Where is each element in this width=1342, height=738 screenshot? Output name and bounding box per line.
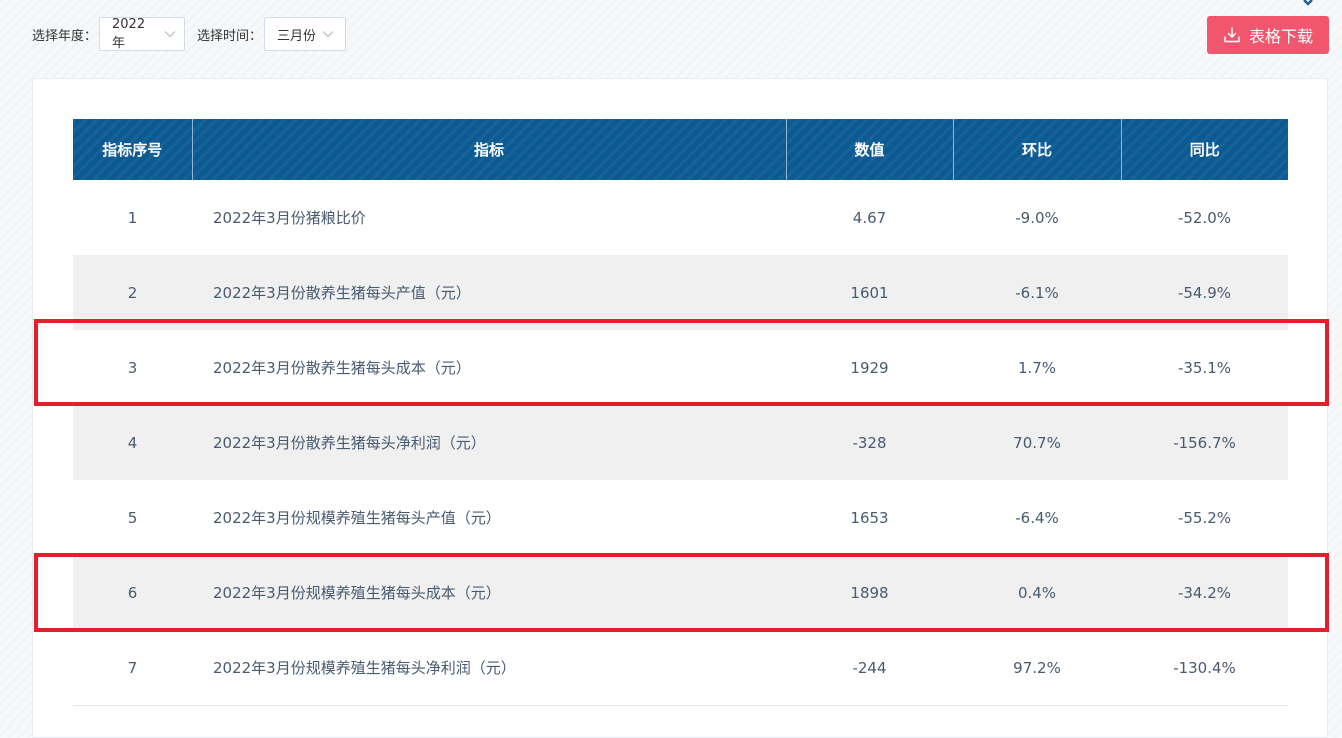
download-icon	[1224, 27, 1240, 43]
row-index: 6	[73, 555, 192, 630]
row-mom: 0.4%	[953, 555, 1121, 630]
row-value: 4.67	[786, 180, 953, 255]
table-row: 7 2022年3月份规模养殖生猪每头净利润（元） -244 97.2% -130…	[73, 630, 1288, 705]
table-row: 3 2022年3月份散养生猪每头成本（元） 1929 1.7% -35.1%	[73, 330, 1288, 405]
month-select-value: 三月份	[277, 28, 317, 44]
row-mom: -6.1%	[953, 255, 1121, 330]
row-yoy: -54.9%	[1121, 255, 1288, 330]
row-yoy: -130.4%	[1121, 630, 1288, 705]
row-mom: 70.7%	[953, 405, 1121, 480]
filter-bar: 选择年度： 2022年 选择时间： 三月份	[32, 16, 347, 52]
year-select[interactable]: 2022年	[99, 17, 186, 51]
row-indicator-name: 2022年3月份规模养殖生猪每头成本（元）	[192, 555, 786, 630]
year-select-value: 2022年	[112, 17, 146, 51]
header-yoy: 同比	[1121, 119, 1288, 180]
row-indicator-name: 2022年3月份散养生猪每头净利润（元）	[192, 405, 786, 480]
month-select[interactable]: 三月份	[264, 17, 347, 51]
row-index: 4	[73, 405, 192, 480]
table-download-button[interactable]: 表格下载	[1207, 16, 1329, 54]
row-yoy: -55.2%	[1121, 480, 1288, 555]
row-value: 1653	[786, 480, 953, 555]
row-value: 1929	[786, 330, 953, 405]
header-index: 指标序号	[73, 119, 193, 180]
row-index: 3	[73, 330, 192, 405]
row-yoy: -35.1%	[1121, 330, 1288, 405]
row-yoy: -34.2%	[1121, 555, 1288, 630]
download-button-label: 表格下载	[1248, 27, 1313, 46]
row-value: 1601	[786, 255, 953, 330]
table-header-row: 指标序号 指标 数值 环比 同比	[73, 119, 1288, 180]
table-row: 4 2022年3月份散养生猪每头净利润（元） -328 70.7% -156.7…	[73, 405, 1288, 480]
row-mom: -9.0%	[953, 180, 1121, 255]
dropdown-arrow-icon	[1303, 0, 1313, 6]
row-index: 7	[73, 630, 192, 705]
row-indicator-name: 2022年3月份散养生猪每头成本（元）	[192, 330, 786, 405]
row-mom: 1.7%	[953, 330, 1121, 405]
chevron-down-icon	[164, 31, 176, 38]
table-row: 1 2022年3月份猪粮比价 4.67 -9.0% -52.0%	[73, 180, 1288, 255]
table-row: 2 2022年3月份散养生猪每头产值（元） 1601 -6.1% -54.9%	[73, 255, 1288, 330]
row-index: 1	[73, 180, 192, 255]
row-indicator-name: 2022年3月份规模养殖生猪每头产值（元）	[192, 480, 786, 555]
row-index: 2	[73, 255, 192, 330]
table-row: 6 2022年3月份规模养殖生猪每头成本（元） 1898 0.4% -34.2%	[73, 555, 1288, 630]
header-indicator: 指标	[192, 119, 787, 180]
row-yoy: -156.7%	[1121, 405, 1288, 480]
row-indicator-name: 2022年3月份猪粮比价	[192, 180, 786, 255]
table-row: 5 2022年3月份规模养殖生猪每头产值（元） 1653 -6.4% -55.2…	[73, 480, 1288, 555]
row-mom: 97.2%	[953, 630, 1121, 705]
indicator-table: 指标序号 指标 数值 环比 同比 1 2022年3月份猪粮比价 4.67 -9.…	[73, 119, 1288, 705]
year-filter-label: 选择年度：	[32, 28, 98, 44]
header-value: 数值	[786, 119, 954, 180]
row-value: -244	[786, 630, 953, 705]
header-mom: 环比	[953, 119, 1122, 180]
row-value: -328	[786, 405, 953, 480]
row-indicator-name: 2022年3月份散养生猪每头产值（元）	[192, 255, 786, 330]
chevron-down-icon	[322, 31, 334, 38]
row-indicator-name: 2022年3月份规模养殖生猪每头净利润（元）	[192, 630, 786, 705]
row-index: 5	[73, 480, 192, 555]
table-bottom-divider	[73, 705, 1288, 706]
month-filter-label: 选择时间：	[197, 28, 263, 44]
row-value: 1898	[786, 555, 953, 630]
row-mom: -6.4%	[953, 480, 1121, 555]
row-yoy: -52.0%	[1121, 180, 1288, 255]
